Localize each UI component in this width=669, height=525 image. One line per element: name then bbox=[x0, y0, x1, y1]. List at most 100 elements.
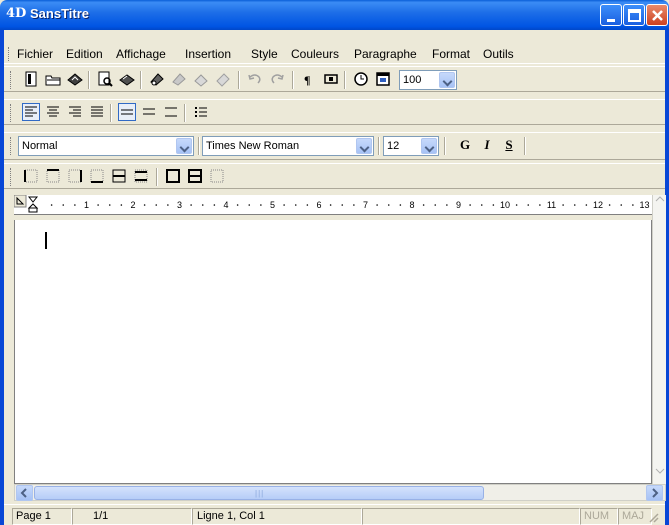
new-document-icon bbox=[25, 71, 37, 87]
line-spacing-1-5-button[interactable] bbox=[140, 103, 158, 121]
maximize-button[interactable] bbox=[623, 4, 645, 26]
border-left-button[interactable] bbox=[22, 167, 40, 185]
horizontal-scrollbar[interactable]: ||| bbox=[14, 484, 666, 501]
bullet-list-button[interactable] bbox=[192, 103, 210, 121]
ruler-tick bbox=[62, 204, 65, 206]
border-horizontal-button[interactable] bbox=[110, 167, 128, 185]
insert-date-button[interactable] bbox=[374, 70, 392, 88]
status-page-count: 1/1 bbox=[72, 508, 192, 525]
align-center-button[interactable] bbox=[44, 103, 62, 121]
paste-button[interactable] bbox=[192, 70, 210, 88]
ruler-tick bbox=[376, 204, 378, 206]
toolbar-separator bbox=[198, 137, 200, 155]
menu-edition[interactable]: Edition bbox=[66, 47, 103, 61]
menu-paragraphe[interactable]: Paragraphe bbox=[354, 47, 417, 61]
zoom-select[interactable]: 100 bbox=[399, 70, 457, 90]
show-formatting-button[interactable]: ¶ bbox=[300, 70, 318, 88]
bold-button[interactable]: G bbox=[456, 137, 474, 155]
close-icon bbox=[652, 10, 663, 21]
redo-button[interactable] bbox=[268, 70, 286, 88]
menu-outils[interactable]: Outils bbox=[483, 47, 514, 61]
menu-style[interactable]: Style bbox=[251, 47, 278, 61]
scroll-right-button[interactable] bbox=[646, 485, 663, 501]
insert-time-button[interactable] bbox=[352, 70, 370, 88]
minimize-icon bbox=[607, 19, 615, 22]
close-button[interactable] bbox=[646, 4, 668, 26]
border-none-button[interactable] bbox=[208, 167, 226, 185]
ruler[interactable]: 1 2 3 4 5 6 7 8 9 10 11 12 13 bbox=[14, 195, 652, 215]
save-button[interactable] bbox=[66, 70, 84, 88]
toolbar-separator bbox=[444, 137, 446, 155]
chevron-down-icon[interactable] bbox=[356, 138, 372, 154]
border-bottom-button[interactable] bbox=[88, 167, 106, 185]
open-folder-icon bbox=[45, 75, 61, 86]
italic-button[interactable]: I bbox=[478, 137, 496, 155]
font-size-select[interactable]: 12 bbox=[383, 136, 439, 156]
minimize-button[interactable] bbox=[600, 4, 622, 26]
line-spacing-1-5-icon bbox=[143, 108, 155, 115]
new-button[interactable] bbox=[22, 70, 40, 88]
ruler-tick bbox=[260, 204, 262, 206]
style-value: Normal bbox=[22, 140, 58, 152]
menu-format[interactable]: Format bbox=[432, 47, 470, 61]
line-spacing-double-button[interactable] bbox=[162, 103, 180, 121]
toolbar-separator bbox=[524, 137, 526, 155]
justify-button[interactable] bbox=[88, 103, 106, 121]
chevron-down-icon[interactable] bbox=[176, 138, 192, 154]
ruler-number: 8 bbox=[409, 200, 414, 210]
copy-button[interactable] bbox=[170, 70, 188, 88]
horizontal-scroll-thumb[interactable]: ||| bbox=[34, 486, 484, 500]
first-line-indent-marker bbox=[27, 196, 39, 203]
toolbar-separator bbox=[292, 71, 294, 89]
scroll-left-button[interactable] bbox=[16, 485, 33, 501]
align-left-icon bbox=[25, 106, 37, 117]
svg-text:¶: ¶ bbox=[304, 73, 310, 87]
vertical-scrollbar[interactable] bbox=[652, 195, 666, 485]
format-painter-icon bbox=[216, 73, 230, 87]
border-all-button[interactable] bbox=[186, 167, 204, 185]
border-outside-icon bbox=[166, 169, 180, 183]
border-top-button[interactable] bbox=[44, 167, 62, 185]
menu-couleurs[interactable]: Couleurs bbox=[291, 47, 339, 61]
border-outside-button[interactable] bbox=[164, 167, 182, 185]
print-preview-icon bbox=[98, 71, 113, 87]
text-caret bbox=[45, 232, 47, 249]
ruler-number: 1 bbox=[84, 200, 89, 210]
cut-button[interactable] bbox=[148, 70, 166, 88]
print-button[interactable] bbox=[118, 70, 136, 88]
resize-grip-icon[interactable] bbox=[647, 511, 659, 523]
border-top-bottom-button[interactable] bbox=[132, 167, 150, 185]
menu-bar: Fichier Edition Affichage Insertion Styl… bbox=[4, 44, 665, 64]
ruler-tick bbox=[190, 204, 192, 206]
line-spacing-single-button[interactable] bbox=[118, 103, 136, 121]
chevron-down-icon[interactable] bbox=[421, 138, 437, 154]
undo-button[interactable] bbox=[246, 70, 264, 88]
line-spacing-single-icon bbox=[121, 109, 133, 115]
open-button[interactable] bbox=[44, 70, 62, 88]
format-painter-button[interactable] bbox=[214, 70, 232, 88]
toolbar-separator bbox=[378, 137, 380, 155]
align-left-button[interactable] bbox=[22, 103, 40, 121]
ruler-number: 9 bbox=[456, 200, 461, 210]
toolbar-separator bbox=[238, 71, 240, 89]
border-top-bottom-icon bbox=[134, 169, 148, 183]
style-select[interactable]: Normal bbox=[18, 136, 194, 156]
ruler-tick bbox=[527, 204, 530, 206]
ruler-tick bbox=[74, 204, 76, 206]
print-preview-button[interactable] bbox=[96, 70, 114, 88]
table-button[interactable] bbox=[322, 70, 340, 88]
title-bar[interactable]: 4D SansTitre bbox=[0, 0, 669, 30]
ruler-tick bbox=[608, 204, 611, 206]
menu-affichage[interactable]: Affichage bbox=[116, 47, 166, 61]
font-select[interactable]: Times New Roman bbox=[202, 136, 374, 156]
align-right-button[interactable] bbox=[66, 103, 84, 121]
status-cursor-position: Ligne 1, Col 1 bbox=[192, 508, 362, 525]
underline-button[interactable]: S bbox=[500, 137, 518, 155]
menu-fichier[interactable]: Fichier bbox=[17, 47, 53, 61]
ruler-tick bbox=[422, 204, 425, 206]
text-editor[interactable] bbox=[14, 220, 652, 484]
ruler-tick bbox=[120, 204, 123, 206]
border-right-button[interactable] bbox=[66, 167, 84, 185]
menu-insertion[interactable]: Insertion bbox=[185, 47, 231, 61]
chevron-down-icon[interactable] bbox=[439, 72, 455, 88]
